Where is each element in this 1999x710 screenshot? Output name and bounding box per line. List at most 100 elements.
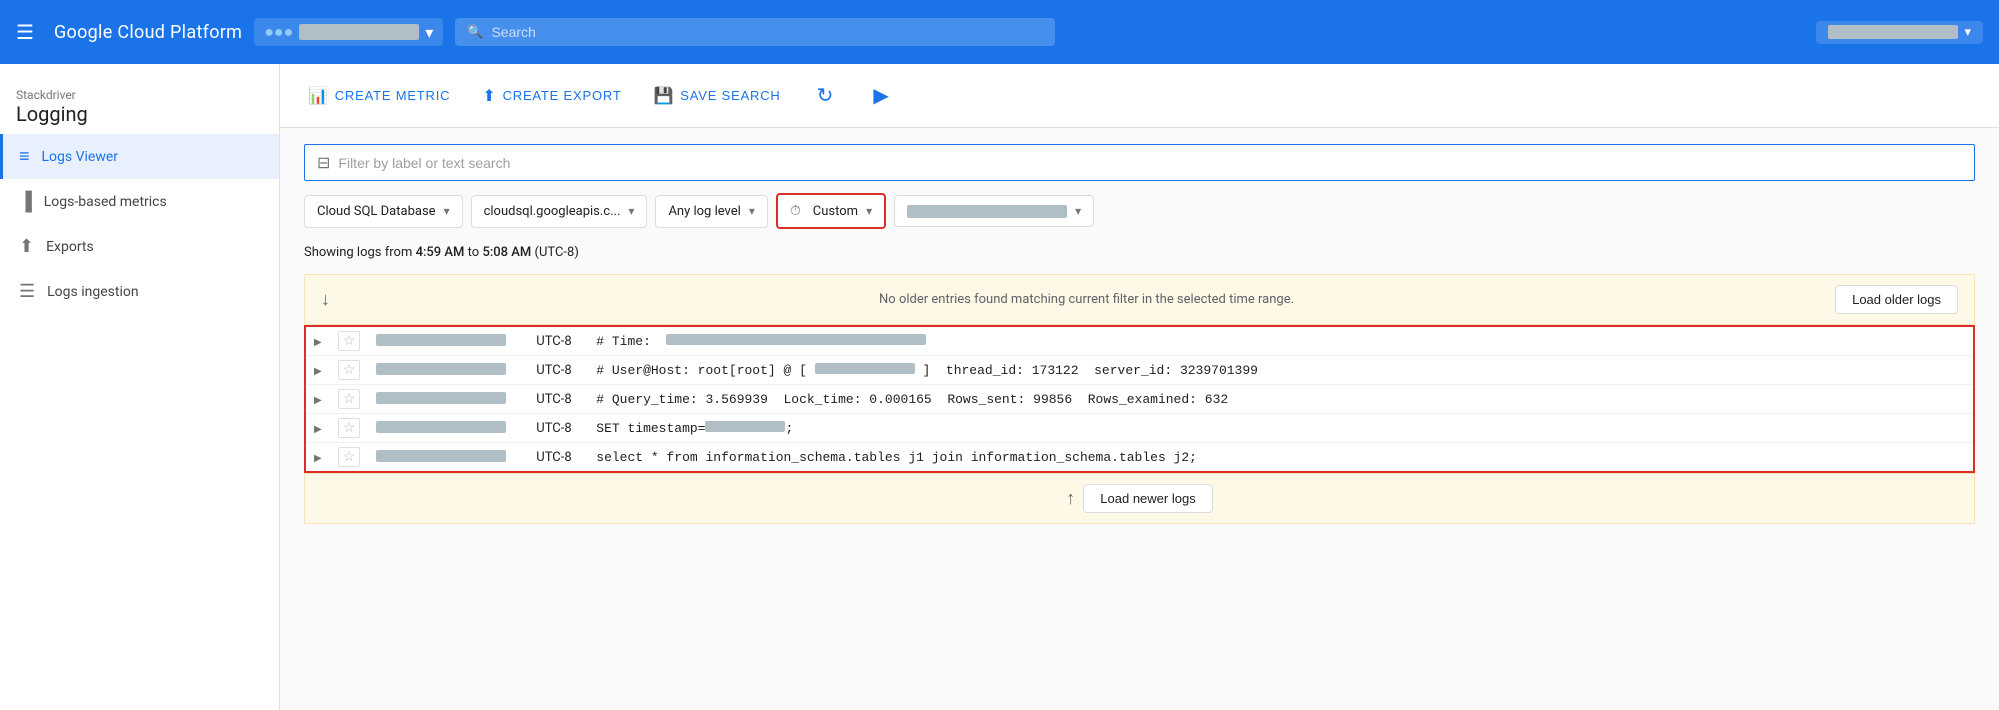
down-arrow-icon: ↓	[321, 289, 330, 310]
expand-icon[interactable]: ▶	[314, 366, 322, 377]
filter-input[interactable]	[338, 155, 1962, 171]
star-icon[interactable]: ☆	[338, 331, 361, 351]
play-button[interactable]: ▶	[865, 75, 896, 116]
star-icon[interactable]: ☆	[338, 418, 361, 438]
table-row: ▶ ☆ UTC-8 SET timestamp= ;	[305, 414, 1974, 443]
table-row: ▶ ☆ UTC-8 # Time:	[305, 326, 1974, 356]
star-icon[interactable]: ☆	[338, 447, 361, 467]
filter-icon: ⊟	[317, 153, 330, 172]
log-message: # Time:	[588, 326, 1974, 356]
filter-bar: ⊟	[304, 144, 1975, 181]
create-metric-button[interactable]: 📊 CREATE METRIC	[304, 78, 454, 114]
sidebar-item-logs-ingestion[interactable]: ☰ Logs ingestion	[0, 269, 279, 314]
log-star-cell: ☆	[330, 414, 369, 443]
logs-time-to: 5:08 AM	[482, 245, 531, 260]
expand-icon[interactable]: ▶	[314, 424, 322, 435]
log-level-dropdown[interactable]: Any log level ▾	[655, 195, 767, 228]
log-expand-cell: ▶	[305, 414, 330, 443]
resource-chevron-icon: ▾	[444, 204, 450, 218]
time-range-dropdown[interactable]: ⏱ Custom ▾	[776, 193, 886, 229]
logs-time-header: Showing logs from 4:59 AM to 5:08 AM (UT…	[304, 241, 1975, 264]
no-older-entries-banner: ↓ No older entries found matching curren…	[304, 274, 1975, 325]
log-star-cell: ☆	[330, 443, 369, 473]
sidebar-item-exports[interactable]: ⬆ Exports	[0, 224, 279, 269]
search-input[interactable]	[491, 24, 1043, 40]
account-chevron-icon: ▾	[1964, 25, 1971, 40]
log-name-label: cloudsql.googleapis.c...	[484, 204, 621, 219]
account-filter-chevron-icon: ▾	[1075, 204, 1081, 218]
expand-icon[interactable]: ▶	[314, 453, 322, 464]
log-timezone: UTC-8	[528, 326, 588, 356]
refresh-button[interactable]: ↻	[809, 75, 842, 116]
load-newer-logs-button[interactable]: Load newer logs	[1083, 484, 1212, 513]
load-newer-banner: ↑ Load newer logs	[304, 473, 1975, 524]
load-older-logs-button[interactable]: Load older logs	[1835, 285, 1958, 314]
play-icon: ▶	[873, 83, 888, 108]
expand-icon[interactable]: ▶	[314, 395, 322, 406]
exports-icon: ⬆	[19, 236, 34, 257]
dropdowns-row: Cloud SQL Database ▾ cloudsql.googleapis…	[304, 193, 1975, 229]
content-inner: ⊟ Cloud SQL Database ▾ cloudsql.googleap…	[280, 128, 1999, 540]
logs-table: ▶ ☆ UTC-8 # Time:	[304, 325, 1975, 473]
clock-icon: ⏱	[790, 203, 801, 219]
expand-icon[interactable]: ▶	[314, 337, 322, 348]
sidebar: Stackdriver Logging ≡ Logs Viewer ▐ Logs…	[0, 64, 280, 710]
table-row: ▶ ☆ UTC-8 select * from information_sche…	[305, 443, 1974, 473]
refresh-icon: ↻	[817, 83, 834, 108]
log-blurred-cell	[368, 414, 528, 443]
search-icon: 🔍	[467, 25, 483, 40]
menu-icon[interactable]: ☰	[16, 20, 34, 44]
sidebar-item-label: Logs ingestion	[47, 284, 138, 300]
product-name: Stackdriver	[16, 88, 263, 102]
account-filter-dropdown[interactable]: ▾	[894, 195, 1094, 227]
project-name	[299, 24, 419, 40]
project-selector[interactable]: ●●● ▾	[254, 18, 443, 46]
log-timezone: UTC-8	[528, 356, 588, 385]
app-logo: Google Cloud Platform	[54, 22, 242, 43]
logs-metrics-icon: ▐	[19, 191, 32, 212]
log-name-chevron-icon: ▾	[628, 204, 634, 218]
main-layout: Stackdriver Logging ≡ Logs Viewer ▐ Logs…	[0, 64, 1999, 710]
log-message: # User@Host: root[root] @ [ ] thread_id:…	[588, 356, 1974, 385]
content-area: ⊟ Cloud SQL Database ▾ cloudsql.googleap…	[280, 128, 1999, 710]
log-level-label: Any log level	[668, 204, 740, 219]
toolbar: 📊 CREATE METRIC ⬆ CREATE EXPORT 💾 SAVE S…	[280, 64, 1999, 128]
search-bar[interactable]: 🔍	[455, 18, 1055, 46]
log-star-cell: ☆	[330, 385, 369, 414]
account-filter-blurred	[907, 205, 1067, 218]
time-range-chevron-icon: ▾	[866, 204, 872, 218]
log-name-dropdown[interactable]: cloudsql.googleapis.c... ▾	[471, 195, 648, 228]
no-older-entries-text: No older entries found matching current …	[338, 292, 1835, 307]
project-chevron-icon: ▾	[425, 23, 433, 42]
table-row: ▶ ☆ UTC-8 # Query_time: 3.569939 Lock_ti…	[305, 385, 1974, 414]
table-row: ▶ ☆ UTC-8 # User@Host: root[root] @ [ ] …	[305, 356, 1974, 385]
logs-time-from: 4:59 AM	[416, 245, 465, 260]
log-blurred-cell	[368, 326, 528, 356]
account-name	[1828, 25, 1958, 39]
logs-ingestion-icon: ☰	[19, 281, 35, 302]
sidebar-item-logs-metrics[interactable]: ▐ Logs-based metrics	[0, 179, 279, 224]
star-icon[interactable]: ☆	[338, 360, 361, 380]
logs-viewer-icon: ≡	[19, 146, 30, 167]
account-dropdown[interactable]: ▾	[1816, 21, 1983, 44]
create-export-button[interactable]: ⬆ CREATE EXPORT	[478, 78, 625, 114]
sidebar-item-logs-viewer[interactable]: ≡ Logs Viewer	[0, 134, 279, 179]
log-expand-cell: ▶	[305, 326, 330, 356]
create-export-icon: ⬆	[482, 86, 496, 106]
star-icon[interactable]: ☆	[338, 389, 361, 409]
sidebar-item-label: Logs Viewer	[42, 149, 119, 165]
create-metric-icon: 📊	[308, 86, 329, 106]
log-expand-cell: ▶	[305, 385, 330, 414]
log-message: select * from information_schema.tables …	[588, 443, 1974, 473]
save-search-icon: 💾	[654, 86, 675, 106]
log-expand-cell: ▶	[305, 443, 330, 473]
sidebar-header: Stackdriver Logging	[0, 72, 279, 134]
log-blurred-cell	[368, 356, 528, 385]
top-nav: ☰ Google Cloud Platform ●●● ▾ 🔍 ▾	[0, 0, 1999, 64]
logs-timezone: (UTC-8)	[535, 245, 579, 260]
save-search-button[interactable]: 💾 SAVE SEARCH	[650, 78, 785, 114]
log-message: SET timestamp= ;	[588, 414, 1974, 443]
sidebar-item-label: Exports	[46, 239, 94, 255]
resource-dropdown[interactable]: Cloud SQL Database ▾	[304, 195, 463, 228]
log-level-chevron-icon: ▾	[749, 204, 755, 218]
